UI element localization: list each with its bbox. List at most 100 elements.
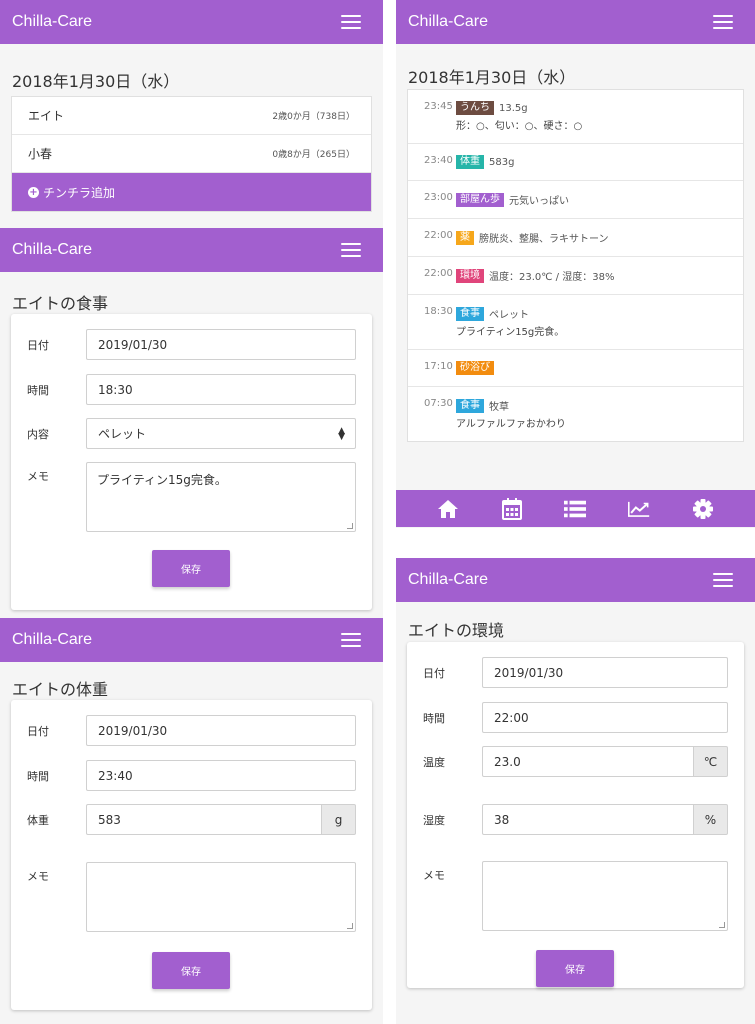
entry-body: 体重 583g bbox=[456, 155, 727, 169]
chart-icon[interactable] bbox=[628, 498, 650, 520]
weight-input[interactable]: 583 bbox=[86, 804, 322, 835]
content-select[interactable]: ペレット ▲ ▼ bbox=[86, 418, 356, 449]
top-bar: Chilla-Care bbox=[396, 558, 755, 602]
humidity-label: 湿度 bbox=[423, 814, 445, 827]
entry-tag: 食事 bbox=[456, 306, 484, 321]
app-title: Chilla-Care bbox=[12, 631, 93, 648]
home-icon[interactable] bbox=[437, 498, 459, 520]
entry-body: 砂浴び bbox=[456, 361, 727, 375]
pet-list: エイト 2歳0か月（738日） 小春 0歳8か月（265日） + チンチラ追加 bbox=[11, 96, 372, 212]
timeline-entry[interactable]: 23:00 部屋ん歩 元気いっぱい bbox=[408, 181, 743, 219]
timeline-entry[interactable]: 17:10 砂浴び bbox=[408, 350, 743, 387]
entry-tag: 薬 bbox=[456, 230, 474, 245]
meal-form-card: 日付 2019/01/30 時間 18:30 内容 ペレット ▲ ▼ メモ プライ… bbox=[11, 314, 372, 610]
entry-line: 食事 ペレット bbox=[456, 306, 727, 321]
pet-row[interactable]: 小春 0歳8か月（265日） bbox=[12, 135, 371, 173]
humidity-input[interactable]: 38 bbox=[482, 804, 694, 835]
time-input[interactable]: 18:30 bbox=[86, 374, 356, 405]
resize-grip-icon[interactable] bbox=[347, 923, 353, 929]
weight-unit-addon: g bbox=[322, 804, 356, 835]
add-chinchilla-label: チンチラ追加 bbox=[43, 185, 116, 200]
page-date: 2018年1月30日（水） bbox=[408, 68, 576, 87]
entry-body: 環境 温度：23.0℃ / 湿度：38% bbox=[456, 268, 727, 283]
time-label: 時間 bbox=[27, 770, 49, 783]
entry-value: 13.5g bbox=[499, 102, 528, 114]
temperature-input[interactable]: 23.0 bbox=[482, 746, 694, 777]
save-button[interactable]: 保存 bbox=[152, 952, 230, 989]
time-input[interactable]: 23:40 bbox=[86, 760, 356, 791]
timeline-entry[interactable]: 07:30 食事 牧草 アルファルファおかわり bbox=[408, 387, 743, 441]
entry-tag: 部屋ん歩 bbox=[456, 192, 504, 207]
entry-time: 22:00 bbox=[424, 268, 453, 279]
top-bar: Chilla-Care bbox=[0, 228, 383, 272]
timeline-entry[interactable]: 23:40 体重 583g bbox=[408, 144, 743, 181]
date-label: 日付 bbox=[423, 667, 445, 680]
memo-textarea[interactable] bbox=[86, 862, 356, 932]
entry-line: 環境 温度：23.0℃ / 湿度：38% bbox=[456, 268, 727, 283]
calendar-icon[interactable] bbox=[501, 497, 523, 520]
entry-line: 部屋ん歩 元気いっぱい bbox=[456, 192, 727, 207]
page-date: 2018年1月30日（水） bbox=[12, 72, 180, 91]
entry-body: 部屋ん歩 元気いっぱい bbox=[456, 192, 727, 207]
resize-grip-icon[interactable] bbox=[719, 922, 725, 928]
time-input[interactable]: 22:00 bbox=[482, 702, 728, 733]
timeline-entry[interactable]: 18:30 食事 ペレット プライティン15g完食。 bbox=[408, 295, 743, 350]
entry-time: 18:30 bbox=[424, 306, 453, 317]
hamburger-menu-icon[interactable] bbox=[341, 243, 361, 257]
pet-name: エイト bbox=[28, 109, 65, 123]
top-bar: Chilla-Care bbox=[0, 0, 383, 44]
entry-time: 23:40 bbox=[424, 155, 453, 166]
hamburger-menu-icon[interactable] bbox=[713, 15, 733, 29]
weight-form-card: 日付 2019/01/30 時間 23:40 体重 583 g メモ 保存 bbox=[11, 700, 372, 1010]
memo-text: プライティン15g完食。 bbox=[97, 473, 227, 487]
entry-time: 23:00 bbox=[424, 192, 453, 203]
environment-screen: Chilla-Care エイトの環境 日付 2019/01/30 時間 22:0… bbox=[396, 558, 755, 1024]
app-title: Chilla-Care bbox=[12, 13, 93, 30]
entry-line: 体重 583g bbox=[456, 155, 727, 169]
memo-textarea[interactable] bbox=[482, 861, 728, 931]
entry-time: 17:10 bbox=[424, 361, 453, 372]
memo-label: メモ bbox=[27, 470, 49, 483]
timeline-entry[interactable]: 22:00 環境 温度：23.0℃ / 湿度：38% bbox=[408, 257, 743, 295]
date-label: 日付 bbox=[27, 339, 49, 352]
date-input[interactable]: 2019/01/30 bbox=[86, 715, 356, 746]
date-input[interactable]: 2019/01/30 bbox=[86, 329, 356, 360]
app-title: Chilla-Care bbox=[408, 13, 489, 30]
weight-label: 体重 bbox=[27, 814, 49, 827]
entry-body: 食事 牧草アルファルファおかわり bbox=[456, 398, 727, 430]
weight-screen: Chilla-Care エイトの体重 日付 2019/01/30 時間 23:4… bbox=[0, 618, 383, 1024]
entry-value: 牧草 bbox=[489, 402, 509, 413]
hamburger-menu-icon[interactable] bbox=[713, 573, 733, 587]
memo-textarea[interactable]: プライティン15g完食。 bbox=[86, 462, 356, 532]
entry-note: 形：○、匂い：○、硬さ：○ bbox=[456, 121, 583, 132]
app-title: Chilla-Care bbox=[12, 241, 93, 258]
entry-tag: 環境 bbox=[456, 268, 484, 283]
add-chinchilla-button[interactable]: + チンチラ追加 bbox=[12, 173, 371, 211]
resize-grip-icon[interactable] bbox=[347, 523, 353, 529]
entry-body: 薬膀胱炎、整腸、ラキサトーン bbox=[456, 230, 727, 245]
entry-note: アルファルファおかわり bbox=[456, 419, 566, 430]
list-icon[interactable] bbox=[564, 498, 587, 520]
save-button[interactable]: 保存 bbox=[536, 950, 614, 987]
select-arrows-icon: ▲ ▼ bbox=[338, 426, 345, 442]
meal-screen: Chilla-Care エイトの食事 日付 2019/01/30 時間 18:3… bbox=[0, 228, 383, 618]
pet-age: 0歳8か月（265日） bbox=[272, 150, 355, 160]
timeline-screen: Chilla-Care 2018年1月30日（水） 23:45 うんち 13.5g 形… bbox=[396, 0, 755, 528]
date-input[interactable]: 2019/01/30 bbox=[482, 657, 728, 688]
entry-tag: 食事 bbox=[456, 398, 484, 413]
save-button[interactable]: 保存 bbox=[152, 550, 230, 587]
temperature-unit-addon: ℃ bbox=[694, 746, 728, 777]
entry-line: 砂浴び bbox=[456, 361, 727, 375]
memo-label: メモ bbox=[27, 870, 49, 883]
gear-icon[interactable] bbox=[692, 498, 714, 520]
content-selected-value: ペレット bbox=[98, 427, 147, 441]
entry-line: 食事 牧草 bbox=[456, 398, 727, 413]
page-title: エイトの食事 bbox=[12, 294, 109, 313]
hamburger-menu-icon[interactable] bbox=[341, 633, 361, 647]
pet-row[interactable]: エイト 2歳0か月（738日） bbox=[12, 97, 371, 135]
timeline-entry[interactable]: 23:45 うんち 13.5g 形：○、匂い：○、硬さ：○ bbox=[408, 90, 743, 144]
entry-line: うんち 13.5g bbox=[456, 101, 727, 115]
timeline-entry[interactable]: 22:00 薬膀胱炎、整腸、ラキサトーン bbox=[408, 219, 743, 257]
content-label: 内容 bbox=[27, 428, 49, 441]
hamburger-menu-icon[interactable] bbox=[341, 15, 361, 29]
